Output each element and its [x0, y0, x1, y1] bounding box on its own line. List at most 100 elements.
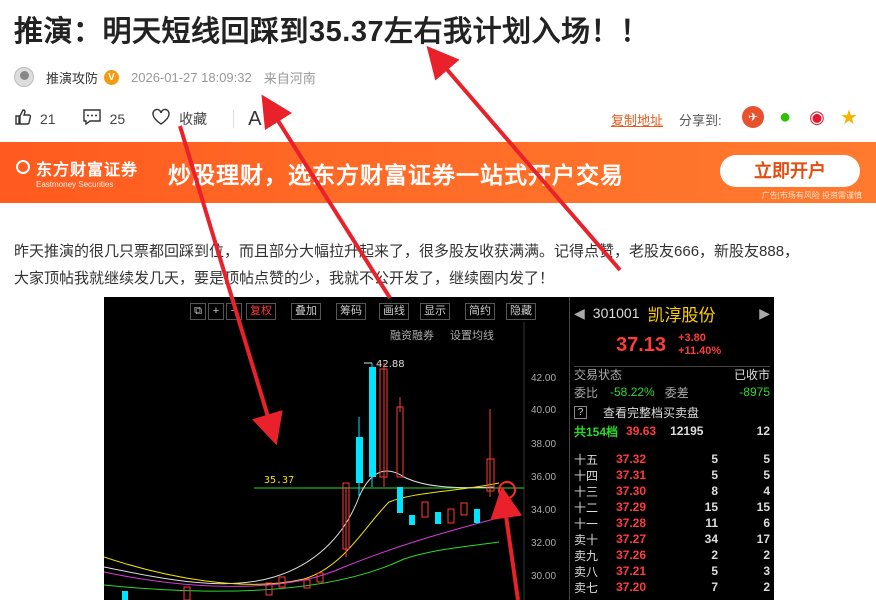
ask-price: 37.29: [616, 500, 647, 514]
ask-n: 2: [763, 548, 770, 562]
diff-label: 委差: [664, 385, 689, 400]
share-label: 分享到:: [679, 112, 722, 128]
level-count: 12: [756, 424, 770, 438]
help-icon: ?: [574, 405, 587, 419]
highlight-circle: [498, 481, 516, 499]
level-label: 共154档: [574, 424, 619, 439]
ask-n: 3: [763, 564, 770, 578]
ask-row: 卖十 37.27 34 17: [574, 531, 770, 547]
prev-stock-icon: ◀: [574, 304, 585, 321]
ask-price: 37.21: [616, 564, 647, 578]
font-size-button[interactable]: A: [248, 108, 261, 131]
ask-label: 十五: [574, 452, 599, 467]
status-row: 交易状态 已收市: [574, 366, 770, 382]
ask-vol: 11: [705, 516, 718, 530]
heart-icon: [151, 108, 171, 131]
ad-banner[interactable]: 东方财富证券 Eastmoney Securities 炒股理财，选东方财富证券…: [0, 142, 876, 203]
avatar[interactable]: [14, 67, 34, 87]
body-line: 昨天推演的很几只票都回踩到位，而且部分大幅拉升起来了，很多股友收获满满。记得点赞…: [14, 243, 800, 260]
share-weibo-icon[interactable]: ◉: [806, 106, 828, 128]
ask-label: 十一: [574, 516, 599, 531]
post-location: 来自河南: [263, 70, 316, 86]
ask-n: 2: [763, 580, 770, 594]
banner-slogan: 炒股理财，选东方财富证券一站式开户交易: [168, 162, 624, 188]
share-wechat-icon[interactable]: ●: [774, 106, 796, 128]
favorite-button[interactable]: 收藏: [151, 108, 207, 131]
price-change-pct: +11.40%: [678, 345, 722, 357]
ask-vol: 2: [711, 548, 718, 562]
ask-row: 十一 37.28 11 6: [574, 515, 770, 531]
stock-code: 301001: [592, 305, 640, 321]
like-count: 21: [40, 111, 56, 127]
ask-price: 37.32: [616, 452, 647, 466]
ask-label: 十四: [574, 468, 599, 483]
ask-vol: 5: [711, 564, 718, 578]
article-title: 推演：明天短线回踩到35.37左右我计划入场！！: [14, 16, 650, 48]
ask-row: 卖九 37.26 2 2: [574, 547, 770, 563]
ask-price: 37.31: [616, 468, 647, 482]
action-bar: 21 25 收藏 A 复制地址 分享到: ✈ ● ◉ ★: [14, 106, 864, 132]
ask-vol: 5: [711, 468, 718, 482]
ask-label: 卖七: [574, 580, 599, 595]
ask-n: 5: [763, 468, 770, 482]
author-name[interactable]: 推演攻防: [46, 68, 98, 87]
open-account-button[interactable]: 立即开户: [720, 155, 860, 187]
share-toutiao-icon[interactable]: ✈: [742, 106, 764, 128]
next-stock-icon: ▶: [759, 304, 770, 321]
level-price: 39.63: [626, 424, 657, 438]
high-label: 42.88: [376, 359, 405, 370]
eastmoney-logo: 东方财富证券 Eastmoney Securities: [16, 156, 139, 189]
comment-button[interactable]: 25: [82, 108, 126, 131]
ask-price: 37.20: [616, 580, 647, 594]
status-value: 已收市: [733, 368, 770, 382]
body-line: 大家顶帖我就继续发几天，要是顶帖点赞的少，我就不公开发了，继续圈内发了！: [14, 270, 555, 287]
ma-green: [104, 541, 500, 592]
ask-vol: 15: [704, 500, 718, 514]
share-qzone-icon[interactable]: ★: [838, 106, 860, 129]
ma-magenta: [104, 518, 495, 587]
ask-price: 37.26: [616, 548, 647, 562]
like-button[interactable]: 21: [14, 108, 56, 131]
diff-value: -8975: [739, 385, 770, 399]
favorite-label: 收藏: [179, 111, 208, 127]
ask-row: 十二 37.29 15 15: [574, 499, 770, 515]
candlestick-chart: 35.37 42.88: [104, 322, 525, 600]
ask-row: 卖七 37.20 7 2: [574, 579, 770, 595]
comment-count: 25: [109, 111, 126, 127]
post-datetime: 2026-01-27 18:09:32: [131, 69, 252, 85]
divider: [233, 110, 235, 128]
ask-n: 6: [763, 516, 770, 530]
support-label: 35.37: [264, 475, 294, 486]
ask-n: 17: [756, 532, 770, 546]
ask-price: 37.30: [616, 484, 647, 498]
stock-name: 凯淳股份: [647, 305, 716, 325]
ask-price: 37.28: [616, 516, 647, 530]
price-block: 37.13 +3.80 +11.40%: [574, 331, 770, 359]
article-meta: 推演攻防 V 2026-01-27 18:09:32 来自河南: [14, 66, 316, 88]
full-queue-link: 查看完整档买卖盘: [603, 405, 700, 420]
ask-n: 15: [756, 500, 770, 514]
ask-label: 十三: [574, 484, 599, 499]
ratio-value: -58.22%: [610, 385, 655, 399]
ask-row: 十四 37.31 5 5: [574, 467, 770, 483]
ask-label: 卖十: [574, 532, 599, 547]
ask-vol: 5: [711, 452, 718, 466]
ask-vol: 7: [711, 580, 718, 594]
ask-vol: 8: [711, 484, 718, 498]
banner-risk-note: 广告|市场有风险 投资需谨慎: [761, 191, 862, 200]
ask-label: 卖九: [574, 548, 599, 563]
ask-n: 5: [763, 452, 770, 466]
comment-icon: [82, 108, 102, 131]
ratio-label: 委比: [574, 385, 599, 400]
ratio-row: 委比 -58.22% 委差 -8975: [574, 384, 770, 400]
price-change: +3.80: [678, 332, 706, 344]
copy-link[interactable]: 复制地址: [611, 110, 663, 129]
verified-icon: V: [104, 69, 120, 85]
price-change-block: +3.80 +11.40%: [678, 332, 721, 358]
logo-cn: 东方财富证券: [36, 162, 139, 179]
ask-label: 十二: [574, 500, 599, 515]
article-body: 昨天推演的很几只票都回踩到位，而且部分大幅拉升起来了，很多股友收获满满。记得点赞…: [14, 238, 864, 292]
quote-panel: ◀ 301001 凯淳股份 ▶ 37.13 +3.80 +11.40% 交易状态…: [569, 297, 774, 600]
level-vol: 12195: [670, 424, 704, 438]
logo-en: Eastmoney Securities: [36, 180, 114, 189]
